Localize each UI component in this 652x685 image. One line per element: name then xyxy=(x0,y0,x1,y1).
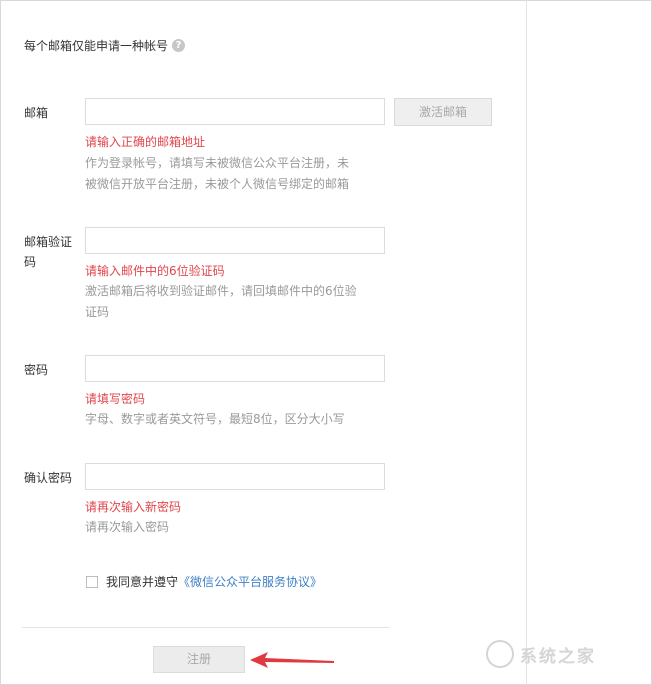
confirm-password-label: 确认密码 xyxy=(24,471,73,485)
code-label-line2: 码 xyxy=(24,255,37,269)
register-button[interactable]: 注册 xyxy=(153,646,245,673)
watermark-logo-icon xyxy=(486,640,514,668)
agreement-row: 我同意并遵守 《微信公众平台服务协议》 xyxy=(86,573,322,590)
confirm-password-error: 请再次输入新密码 xyxy=(85,500,182,514)
email-hint-line2: 被微信开放平台注册，未被个人微信号绑定的邮箱 xyxy=(85,177,350,191)
bottom-divider xyxy=(22,627,390,628)
email-error: 请输入正确的邮箱地址 xyxy=(85,135,206,149)
code-hint-line1: 激活邮箱后将收到验证邮件，请回填邮件中的6位验 xyxy=(85,284,357,298)
email-hint: 作为登录帐号，请填写未被微信公众平台注册，未 被微信开放平台注册，未被个人微信号… xyxy=(85,153,385,195)
agreement-checkbox[interactable] xyxy=(86,575,98,588)
password-hint: 字母、数字或者英文符号，最短8位，区分大小写 xyxy=(85,412,345,426)
code-hint-line2: 证码 xyxy=(85,305,110,319)
code-label: 邮箱验证 码 xyxy=(24,232,72,272)
email-label: 邮箱 xyxy=(24,106,49,120)
password-error: 请填写密码 xyxy=(85,392,146,406)
email-hint-line1: 作为登录帐号，请填写未被微信公众平台注册，未 xyxy=(85,156,350,170)
watermark-text: 系统之家 xyxy=(520,646,596,667)
right-divider xyxy=(526,0,527,685)
red-arrow-icon xyxy=(250,652,334,668)
code-hint: 激活邮箱后将收到验证邮件，请回填邮件中的6位验 证码 xyxy=(85,281,385,323)
agreement-prefix: 我同意并遵守 xyxy=(106,575,179,589)
notice-text: 每个邮箱仅能申请一种帐号 xyxy=(24,39,169,53)
code-label-line1: 邮箱验证 xyxy=(24,235,73,249)
email-input[interactable] xyxy=(85,98,385,125)
password-label: 密码 xyxy=(24,363,49,377)
account-notice: 每个邮箱仅能申请一种帐号 ? xyxy=(24,37,186,54)
password-input[interactable] xyxy=(85,355,385,382)
code-error: 请输入邮件中的6位验证码 xyxy=(85,264,225,278)
confirm-password-input[interactable] xyxy=(85,463,385,490)
code-input[interactable] xyxy=(85,227,385,254)
activate-email-button[interactable]: 激活邮箱 xyxy=(394,98,492,126)
help-icon[interactable]: ? xyxy=(172,39,186,52)
agreement-link[interactable]: 《微信公众平台服务协议》 xyxy=(178,573,322,590)
watermark: 系统之家 xyxy=(486,640,596,668)
confirm-password-hint: 请再次输入密码 xyxy=(85,520,170,534)
